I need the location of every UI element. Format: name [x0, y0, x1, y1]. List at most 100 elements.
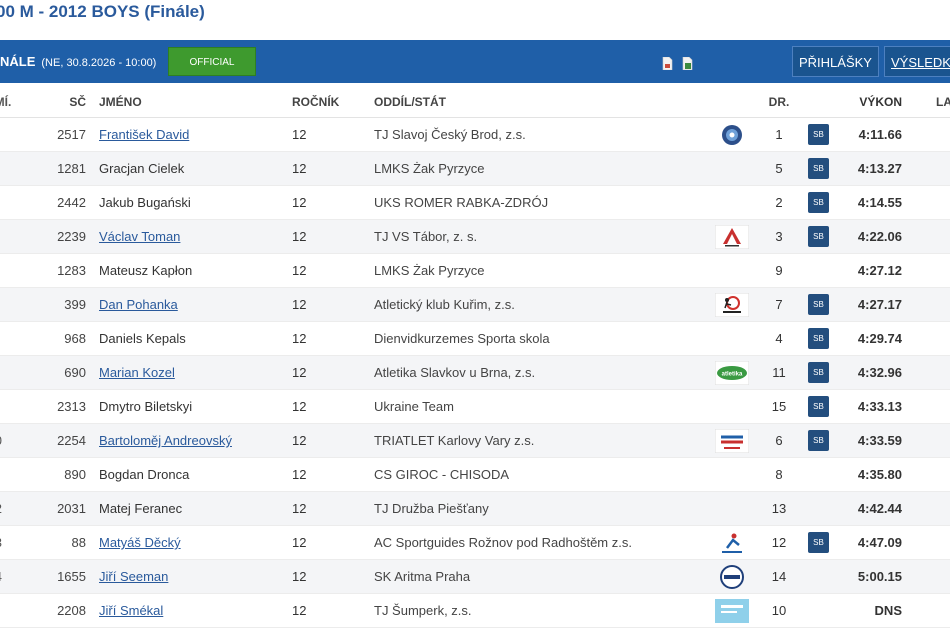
row-bib: 1283 [57, 263, 86, 278]
row-lane: 7 [775, 297, 783, 312]
row-club: Ukraine Team [374, 399, 454, 414]
kurim-logo [714, 292, 750, 318]
athlete-profile-link[interactable]: Dan Pohanka [99, 288, 178, 321]
row-place: 0 [0, 424, 2, 457]
athlete-profile-link[interactable]: Bartoloměj Andreovský [99, 424, 232, 457]
table-row[interactable]: 0 2254 Bartoloměj Andreovský 12 TRIATLET Kar… [0, 424, 950, 458]
row-year: 12 [292, 603, 307, 618]
row-club: Dienvidkurzemes Sporta skola [374, 331, 550, 346]
table-row[interactable]: 2442 Jakub Bugański 12 UKS ROMER RABKA-ZDRÓ… [0, 186, 950, 220]
athlete-profile-link[interactable]: Matyáš Děcký [99, 526, 181, 559]
table-row[interactable]: 2208 Jiří Smékal 12 TJ Šumperk, z.s. 10 DNS [0, 594, 950, 628]
season-best-badge: SB [808, 158, 829, 179]
results-tab-button[interactable]: VÝSLEDKY [884, 46, 950, 77]
table-row[interactable]: 4 1655 Jiří Seeman 12 SK Aritma Praha 14 5:00.… [0, 560, 950, 594]
row-bib: 2254 [57, 433, 86, 448]
table-row[interactable]: 399 Dan Pohanka 12 Atletický klub Kuřim, z.… [0, 288, 950, 322]
row-bib: 968 [64, 331, 86, 346]
row-year: 12 [292, 229, 307, 244]
row-club: UKS ROMER RABKA-ZDRÓJ [374, 195, 549, 210]
row-club: TJ Družba Piešťany [374, 501, 489, 516]
table-row[interactable]: 1281 Gracjan Cielek 12 LMKS Żak Pyrzyce 5 SB 4… [0, 152, 950, 186]
row-place: 3 [0, 526, 2, 559]
row-bib: 1655 [57, 569, 86, 584]
official-status-button[interactable]: OFFICIAL [168, 47, 256, 76]
athlete-profile-link[interactable]: Marian Kozel [99, 356, 175, 389]
athlete-profile-link[interactable]: Jiří Smékal [99, 594, 163, 627]
season-best-badge: SB [808, 328, 829, 349]
row-bib: 2442 [57, 195, 86, 210]
row-performance: 4:35.80 [857, 467, 902, 482]
athlete-profile-link[interactable]: Václav Toman [99, 220, 180, 253]
row-year: 12 [292, 569, 307, 584]
col-club[interactable]: ODDÍL/STÁT [374, 87, 446, 117]
col-bib[interactable]: SČ [40, 87, 86, 117]
row-year: 12 [292, 467, 307, 482]
row-performance: 4:13.27 [857, 161, 902, 176]
row-club: TJ Šumperk, z.s. [374, 603, 472, 618]
row-club: SK Aritma Praha [374, 569, 471, 584]
table-row[interactable]: 2313 Dmytro Biletskyi 12 Ukraine Team 15 SB 4:… [0, 390, 950, 424]
athlete-name: Mateusz Kapłon [99, 263, 193, 278]
table-row[interactable]: 1283 Mateusz Kapłon 12 LMKS Żak Pyrzyce 9 4:2… [0, 254, 950, 288]
table-row[interactable]: 2239 Václav Toman 12 TJ VS Tábor, z. s. 3 SB 4… [0, 220, 950, 254]
row-lane: 13 [771, 501, 787, 516]
col-year[interactable]: ROČNÍK [292, 87, 339, 117]
table-row[interactable]: 3 88 Matyáš Děcký 12 AC Sportguides Rožnov p… [0, 526, 950, 560]
row-lane: 2 [775, 195, 783, 210]
row-performance: 4:11.66 [858, 127, 902, 142]
row-lane: 10 [771, 603, 787, 618]
season-best-badge: SB [808, 532, 829, 553]
row-year: 12 [292, 263, 307, 278]
row-bib: 399 [64, 297, 86, 312]
row-year: 12 [292, 501, 307, 516]
col-name[interactable]: JMÉNO [99, 87, 142, 117]
table-row[interactable]: 968 Daniels Kepals 12 Dienvidkurzemes Sport… [0, 322, 950, 356]
slavoj-logo [715, 123, 749, 147]
col-extra[interactable]: LA [936, 87, 950, 117]
row-performance: 4:27.12 [857, 263, 902, 278]
table-row[interactable]: 2517 František David 12 TJ Slavoj Český Bro… [0, 118, 950, 152]
row-performance: 4:29.74 [857, 331, 902, 346]
entries-tab-button[interactable]: PŘIHLÁŠKY [792, 46, 879, 77]
athlete-name: Daniels Kepals [99, 331, 186, 346]
athlete-profile-link[interactable]: František David [99, 118, 189, 151]
row-club: TJ VS Tábor, z. s. [374, 229, 478, 244]
row-club: Atletický klub Kuřim, z.s. [374, 297, 515, 312]
table-row[interactable]: 690 Marian Kozel 12 Atletika Slavkov u Brna… [0, 356, 950, 390]
row-lane: 15 [771, 399, 787, 414]
event-phase: NÁLE [0, 54, 36, 69]
row-bib: 690 [64, 365, 86, 380]
col-performance[interactable]: VÝKON [842, 87, 902, 117]
row-performance: 4:33.59 [857, 433, 902, 448]
row-performance: 4:27.17 [857, 297, 902, 312]
pdf-export-icon[interactable] [662, 57, 673, 70]
row-performance: 5:00.15 [857, 569, 902, 584]
row-lane: 9 [775, 263, 783, 278]
row-performance: 4:33.13 [857, 399, 902, 414]
excel-export-icon[interactable] [682, 57, 693, 70]
season-best-badge: SB [808, 226, 829, 247]
row-lane: 12 [771, 535, 787, 550]
row-lane: 11 [772, 365, 786, 380]
athlete-profile-link[interactable]: Jiří Seeman [99, 560, 168, 593]
event-header-bar: NÁLE (NE, 30.8.2026 - 10:00) OFFICIAL PŘI… [0, 40, 950, 83]
table-row[interactable]: 890 Bogdan Dronca 12 CS GIROC - CHISODA 8 4:3… [0, 458, 950, 492]
row-place: 2 [0, 492, 2, 525]
table-row[interactable]: 2 2031 Matej Feranec 12 TJ Družba Piešťany 13… [0, 492, 950, 526]
row-bib: 2239 [57, 229, 86, 244]
row-club: LMKS Żak Pyrzyce [374, 263, 485, 278]
row-year: 12 [292, 365, 307, 380]
athlete-name: Dmytro Biletskyi [99, 399, 193, 414]
athlete-name: Matej Feranec [99, 501, 183, 516]
row-bib: 890 [64, 467, 86, 482]
row-lane: 6 [775, 433, 783, 448]
row-lane: 4 [775, 331, 783, 346]
col-place[interactable]: UMÍ. [0, 87, 11, 117]
col-lane[interactable]: DR. [760, 87, 798, 117]
row-club: CS GIROC - CHISODA [374, 467, 510, 482]
event-header-title: NÁLE (NE, 30.8.2026 - 10:00) [0, 40, 156, 83]
page-title: 00 M - 2012 BOYS (Finále) [0, 2, 205, 21]
season-best-badge: SB [808, 124, 829, 145]
slavkov-logo: atletika [714, 360, 750, 386]
